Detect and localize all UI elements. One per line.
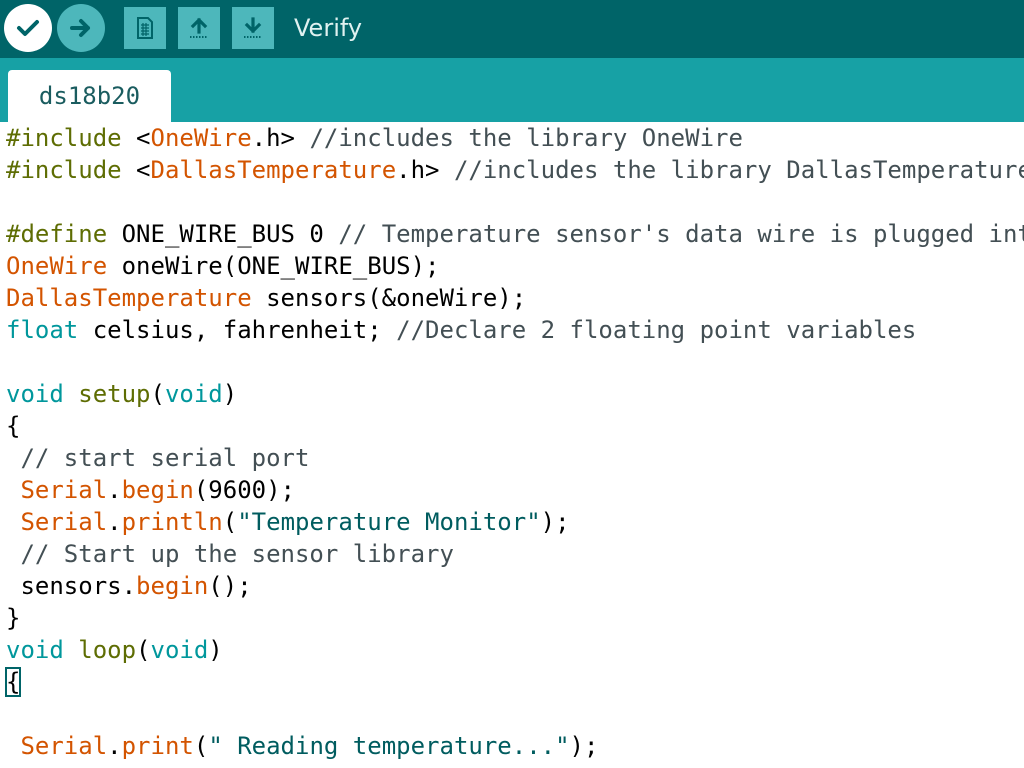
tab-bar: ds18b20 xyxy=(0,58,1024,122)
code-token: < xyxy=(136,124,151,152)
code-token: . xyxy=(107,476,122,504)
new-button[interactable] xyxy=(124,7,166,49)
code-line[interactable]: } xyxy=(6,602,20,634)
code-token: { xyxy=(4,667,22,697)
code-token: ( xyxy=(222,508,238,536)
code-token: OneWire xyxy=(150,124,252,152)
code-token: void xyxy=(6,380,64,408)
code-line[interactable]: DallasTemperature sensors(&oneWire); xyxy=(6,282,526,314)
code-token: DallasTemperature xyxy=(6,284,252,312)
code-token: . xyxy=(107,732,122,760)
code-token: Serial xyxy=(20,508,108,536)
code-token: . xyxy=(107,508,122,536)
code-token: { xyxy=(6,412,21,440)
code-token: begin xyxy=(136,572,209,600)
code-line[interactable]: void loop(void) xyxy=(6,634,223,666)
code-line[interactable]: #include <DallasTemperature.h> //include… xyxy=(6,154,1024,186)
code-line[interactable]: // Start up the sensor library xyxy=(6,538,454,570)
code-token: ( xyxy=(193,732,209,760)
code-token: // Temperature sensor's data wire is plu… xyxy=(338,220,1024,248)
arrow-right-icon xyxy=(70,19,90,37)
code-token: celsius, fahrenheit; xyxy=(78,316,397,344)
code-line[interactable]: #include <OneWire.h> //includes the libr… xyxy=(6,122,743,154)
code-token: ONE_WIRE_BUS 0 xyxy=(121,220,339,248)
code-token: .h> xyxy=(251,124,310,152)
code-line[interactable]: #define ONE_WIRE_BUS 0 // Temperature se… xyxy=(6,218,1024,250)
code-line[interactable]: Serial.begin(9600); xyxy=(6,474,295,506)
code-token: void xyxy=(6,636,64,664)
code-token: void xyxy=(164,380,223,408)
new-sketch-icon xyxy=(137,17,153,39)
code-token: DallasTemperature xyxy=(150,156,397,184)
code-token: float xyxy=(6,316,79,344)
code-token: // Start up the sensor library xyxy=(6,540,454,568)
code-token: #include xyxy=(6,156,137,184)
code-line[interactable]: Serial.print(" Reading temperature..."); xyxy=(6,730,598,762)
code-line[interactable]: float celsius, fahrenheit; //Declare 2 f… xyxy=(6,314,916,346)
upload-button[interactable] xyxy=(57,4,105,52)
code-token: Serial xyxy=(20,732,108,760)
code-token: //Declare 2 floating point variables xyxy=(396,316,917,344)
code-token: #include xyxy=(6,124,137,152)
tab-ds18b20[interactable]: ds18b20 xyxy=(8,70,171,122)
code-token: OneWire xyxy=(6,252,108,280)
code-token: ) xyxy=(208,636,223,664)
code-token: setup xyxy=(78,380,151,408)
code-token: ( xyxy=(150,380,165,408)
code-line[interactable]: OneWire oneWire(ONE_WIRE_BUS); xyxy=(6,250,440,282)
code-token: " Reading temperature..." xyxy=(208,732,570,760)
code-token: //includes the library DallasTemperature xyxy=(453,156,1024,184)
checkmark-icon xyxy=(17,20,39,36)
code-line[interactable]: { xyxy=(4,666,22,698)
code-token: .h> xyxy=(396,156,454,184)
code-token: oneWire(ONE_WIRE_BUS); xyxy=(107,252,440,280)
code-token: (9600); xyxy=(193,476,296,504)
code-token: < xyxy=(136,156,151,184)
verify-button[interactable] xyxy=(4,4,52,52)
code-token: #define xyxy=(6,220,122,248)
toolbar-status-label: Verify xyxy=(294,14,363,42)
code-line[interactable]: { xyxy=(6,410,20,442)
open-arrow-up-icon xyxy=(190,17,208,38)
code-token: // start serial port xyxy=(6,444,310,472)
code-token: ); xyxy=(569,732,599,760)
code-token: "Temperature Monitor" xyxy=(237,508,541,536)
code-token: } xyxy=(6,604,21,632)
code-token: Serial xyxy=(20,476,108,504)
code-token: begin xyxy=(121,476,194,504)
code-token: //includes the library OneWire xyxy=(309,124,743,152)
code-token: print xyxy=(121,732,194,760)
code-token: println xyxy=(121,508,223,536)
code-token: (); xyxy=(208,572,252,600)
code-token: sensors(&oneWire); xyxy=(251,284,527,312)
code-editor[interactable]: #include <OneWire.h> //includes the libr… xyxy=(0,122,1024,768)
code-token: ); xyxy=(540,508,570,536)
code-token: ) xyxy=(222,380,238,408)
code-line[interactable]: void setup(void) xyxy=(6,378,237,410)
code-token: loop xyxy=(78,636,137,664)
save-button[interactable] xyxy=(232,7,274,49)
code-token: ( xyxy=(136,636,151,664)
code-line[interactable]: // start serial port xyxy=(6,442,309,474)
toolbar: Verify xyxy=(0,0,1024,58)
save-arrow-down-icon xyxy=(244,17,262,38)
code-line[interactable]: sensors.begin(); xyxy=(6,570,252,602)
code-token: void xyxy=(150,636,209,664)
code-line[interactable]: Serial.println("Temperature Monitor"); xyxy=(6,506,570,538)
open-button[interactable] xyxy=(178,7,220,49)
code-token: sensors. xyxy=(6,572,137,600)
